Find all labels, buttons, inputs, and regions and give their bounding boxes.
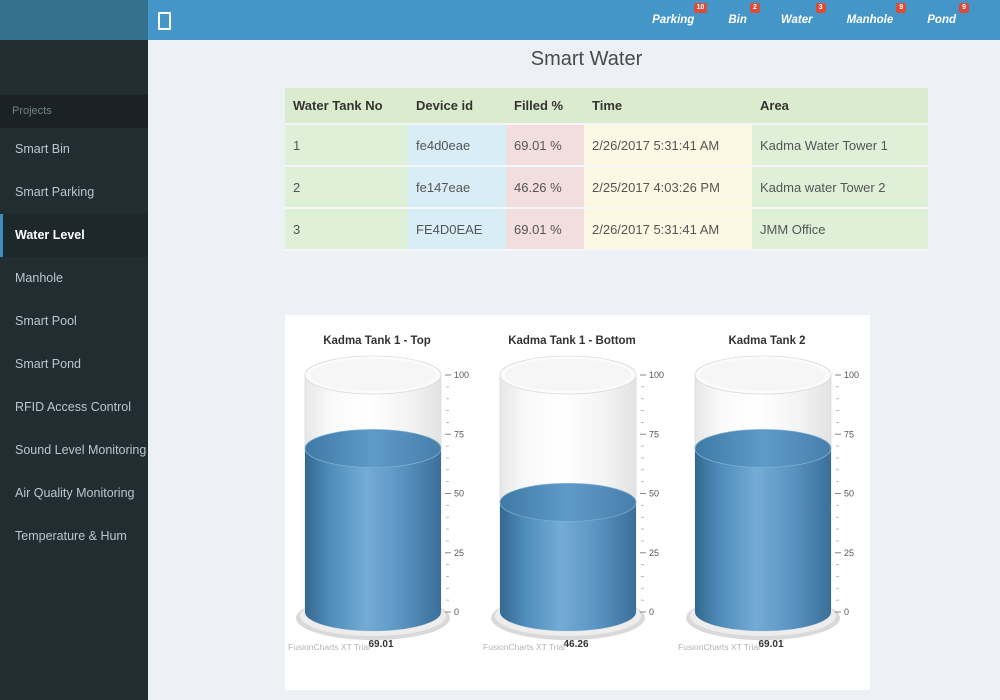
sidebar-toggle-icon[interactable] bbox=[158, 12, 171, 30]
gauge-title: Kadma Tank 1 - Top bbox=[323, 335, 431, 347]
column-header-filled-: Filled % bbox=[506, 88, 584, 124]
gauge-water-fill bbox=[305, 448, 441, 631]
table-cell: 3 bbox=[285, 208, 408, 250]
axis-tick-label: 0 bbox=[844, 607, 849, 617]
nav-item-pond[interactable]: Pond9 bbox=[925, 10, 958, 30]
sidebar-item-air-quality-monitoring[interactable]: Air Quality Monitoring bbox=[0, 472, 148, 515]
sidebar-item-smart-parking[interactable]: Smart Parking bbox=[0, 171, 148, 214]
notification-badge: 9 bbox=[896, 3, 906, 13]
nav-item-label: Pond bbox=[927, 14, 956, 26]
brand-logo[interactable] bbox=[0, 0, 148, 40]
axis-tick-label: 50 bbox=[844, 489, 854, 499]
main-content: Smart Water Water Tank NoDevice idFilled… bbox=[148, 40, 1000, 700]
sidebar-item-rfid-access-control[interactable]: RFID Access Control bbox=[0, 386, 148, 429]
axis-tick-label: 75 bbox=[454, 429, 464, 439]
gauge-water-surface bbox=[305, 429, 441, 467]
table-cell: 2/26/2017 5:31:41 AM bbox=[584, 124, 752, 166]
sidebar-item-smart-pool[interactable]: Smart Pool bbox=[0, 300, 148, 343]
sidebar-section-header: Projects bbox=[0, 95, 148, 128]
table-cell: JMM Office bbox=[752, 208, 928, 250]
nav-item-bin[interactable]: Bin2 bbox=[726, 10, 749, 30]
axis-tick-label: 50 bbox=[454, 489, 464, 499]
table-cell: Kadma Water Tower 1 bbox=[752, 124, 928, 166]
sidebar-item-smart-pond[interactable]: Smart Pond bbox=[0, 343, 148, 386]
cylinder-gauge: Kadma Tank 1 - Top 100 75 50 25 0 69.01FusionC… bbox=[285, 327, 480, 667]
gauge-title: Kadma Tank 2 bbox=[728, 335, 805, 347]
sidebar-item-temperature-hum[interactable]: Temperature & Hum bbox=[0, 515, 148, 558]
axis-tick-label: 25 bbox=[454, 548, 464, 558]
column-header-device-id: Device id bbox=[408, 88, 506, 124]
table-cell: 2/25/2017 4:03:26 PM bbox=[584, 166, 752, 208]
table-cell: fe4d0eae bbox=[408, 124, 506, 166]
nav-item-label: Water bbox=[781, 14, 813, 26]
axis-tick-label: 75 bbox=[844, 429, 854, 439]
axis-tick-label: 100 bbox=[649, 370, 664, 380]
nav-item-parking[interactable]: Parking10 bbox=[650, 10, 696, 30]
nav-item-label: Parking bbox=[652, 14, 694, 26]
gauge-water-surface bbox=[695, 429, 831, 467]
nav-item-manhole[interactable]: Manhole9 bbox=[845, 10, 896, 30]
cylinder-gauge: Kadma Tank 2 100 75 50 25 0 69.01FusionCharts … bbox=[675, 327, 870, 667]
notification-badge: 10 bbox=[694, 3, 708, 13]
table-cell: Kadma water Tower 2 bbox=[752, 166, 928, 208]
cylinder-gauge: Kadma Tank 1 - Bottom 100 75 50 25 0 46.26Fusi… bbox=[480, 327, 675, 667]
table-cell: fe147eae bbox=[408, 166, 506, 208]
nav-item-water[interactable]: Water3 bbox=[779, 10, 815, 30]
gauge-title: Kadma Tank 1 - Bottom bbox=[508, 335, 636, 347]
table-cell: 46.26 % bbox=[506, 166, 584, 208]
table-cell: 1 bbox=[285, 124, 408, 166]
nav-item-label: Bin bbox=[728, 14, 747, 26]
sidebar-item-water-level[interactable]: Water Level bbox=[0, 214, 148, 257]
table-header-row: Water Tank NoDevice idFilled %TimeArea bbox=[285, 88, 928, 124]
sidebar-item-sound-level-monitoring[interactable]: Sound Level Monitoring bbox=[0, 429, 148, 472]
axis-tick-label: 25 bbox=[649, 548, 659, 558]
tank-charts-panel: Kadma Tank 1 - Top100755025069.01FusionC… bbox=[285, 315, 870, 690]
gauge-value: 69.01 bbox=[758, 639, 783, 650]
water-tank-table: Water Tank NoDevice idFilled %TimeArea 1… bbox=[285, 88, 928, 251]
notification-badge: 9 bbox=[959, 3, 969, 13]
watermark-label: FusionCharts XT Trial bbox=[678, 642, 760, 652]
watermark-label: FusionCharts XT Trial bbox=[288, 642, 370, 652]
table-cell: 69.01 % bbox=[506, 208, 584, 250]
notification-badge: 2 bbox=[750, 3, 760, 13]
axis-tick-label: 100 bbox=[844, 370, 859, 380]
column-header-time: Time bbox=[584, 88, 752, 124]
page-title: Smart Water bbox=[285, 48, 888, 71]
gauge-water-surface bbox=[500, 483, 636, 521]
sidebar-item-smart-bin[interactable]: Smart Bin bbox=[0, 128, 148, 171]
table-cell: 69.01 % bbox=[506, 124, 584, 166]
table-row: 2fe147eae46.26 %2/25/2017 4:03:26 PMKadm… bbox=[285, 166, 928, 208]
table-cell: FE4D0EAE bbox=[408, 208, 506, 250]
column-header-water-tank-no: Water Tank No bbox=[285, 88, 408, 124]
column-header-area: Area bbox=[752, 88, 928, 124]
axis-tick-label: 25 bbox=[844, 548, 854, 558]
gauge-water-fill bbox=[695, 448, 831, 631]
table-row: 3FE4D0EAE69.01 %2/26/2017 5:31:41 AMJMM … bbox=[285, 208, 928, 250]
axis-tick-label: 50 bbox=[649, 489, 659, 499]
nav-item-label: Manhole bbox=[847, 14, 894, 26]
axis-tick-label: 0 bbox=[454, 607, 459, 617]
sidebar: Projects Smart BinSmart ParkingWater Lev… bbox=[0, 0, 148, 700]
axis-tick-label: 0 bbox=[649, 607, 654, 617]
sidebar-item-manhole[interactable]: Manhole bbox=[0, 257, 148, 300]
axis-tick-label: 100 bbox=[454, 370, 469, 380]
gauge-value: 46.26 bbox=[563, 639, 588, 650]
gauge-value: 69.01 bbox=[368, 639, 393, 650]
sidebar-menu: Smart BinSmart ParkingWater LevelManhole… bbox=[0, 128, 148, 558]
top-navigation: Parking10Bin2Water3Manhole9Pond9 bbox=[650, 0, 958, 40]
watermark-label: FusionCharts XT Trial bbox=[483, 642, 565, 652]
table-row: 1fe4d0eae69.01 %2/26/2017 5:31:41 AMKadm… bbox=[285, 124, 928, 166]
table-cell: 2/26/2017 5:31:41 AM bbox=[584, 208, 752, 250]
top-header: Parking10Bin2Water3Manhole9Pond9 bbox=[148, 0, 1000, 40]
axis-tick-label: 75 bbox=[649, 429, 659, 439]
table-cell: 2 bbox=[285, 166, 408, 208]
notification-badge: 3 bbox=[816, 3, 826, 13]
